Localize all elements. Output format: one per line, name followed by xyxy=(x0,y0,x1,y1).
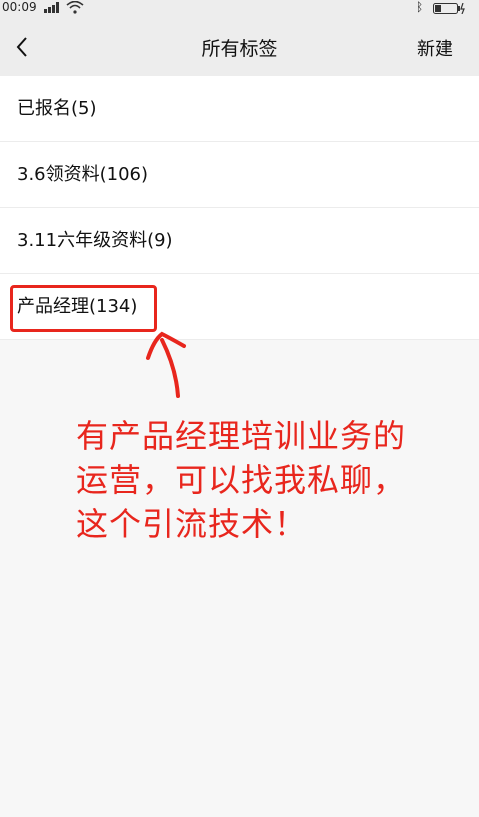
tag-item[interactable]: 3.11六年级资料(9) xyxy=(0,208,479,274)
page-title: 所有标签 xyxy=(201,38,278,60)
chevron-left-icon xyxy=(16,37,27,57)
annotation-text: 有产品经理培训业务的 运营，可以找我私聊， 这个引流技术！ xyxy=(76,414,476,546)
arrow-annotation xyxy=(146,331,186,398)
status-time: 00:09 xyxy=(2,0,37,14)
annotation-line: 有产品经理培训业务的 xyxy=(76,417,407,455)
nav-bar: 所有标签 新建 xyxy=(0,16,479,76)
back-button[interactable] xyxy=(10,30,40,64)
tag-item[interactable]: 已报名(5) xyxy=(0,76,479,142)
battery-icon xyxy=(433,3,465,14)
annotation-line: 这个引流技术！ xyxy=(76,505,308,543)
new-tag-button[interactable]: 新建 xyxy=(417,35,453,61)
status-bar: 00:09 ᛒ xyxy=(0,0,479,16)
signal-icon xyxy=(44,2,59,13)
annotation-line: 运营，可以找我私聊， xyxy=(76,461,407,499)
highlight-box xyxy=(10,285,157,332)
bluetooth-icon: ᛒ xyxy=(416,0,424,14)
wifi-icon xyxy=(66,1,84,14)
tag-item[interactable]: 3.6领资料(106) xyxy=(0,142,479,208)
